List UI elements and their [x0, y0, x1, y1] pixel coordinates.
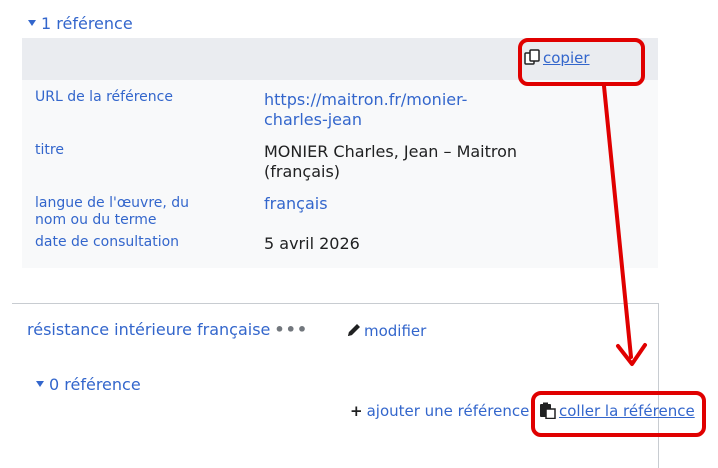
value-title: MONIER Charles, Jean – Maitron (français…: [264, 142, 517, 182]
triangle-down-icon: [28, 19, 36, 26]
property-label-url[interactable]: URL de la référence: [35, 89, 173, 106]
value-url-line2: charles-jean: [264, 110, 362, 129]
value-title-line1: MONIER Charles, Jean – Maitron: [264, 142, 518, 161]
property-language-line2: nom ou du terme: [35, 212, 157, 228]
paste-highlight-box: [531, 391, 706, 437]
edit-button[interactable]: modifier: [346, 322, 426, 342]
value-url-line1: https://maitron.fr/monier-: [264, 90, 468, 109]
statement-references-toggle[interactable]: 0 référence: [36, 375, 141, 394]
statement-references-label: 0 référence: [49, 375, 141, 394]
plus-icon: +: [350, 402, 363, 420]
pencil-icon: [346, 322, 362, 342]
copy-highlight-box: [518, 38, 645, 86]
references-count-label: 1 référence: [41, 14, 133, 33]
value-language[interactable]: français: [264, 194, 328, 214]
property-label-language[interactable]: langue de l'œuvre, du nom ou du terme: [35, 195, 189, 229]
statement-value[interactable]: résistance intérieure française •••: [27, 320, 308, 339]
statement-value-label: résistance intérieure française: [27, 320, 271, 339]
edit-label: modifier: [364, 322, 427, 340]
triangle-down-icon: [36, 380, 44, 387]
property-language-line1: langue de l'œuvre, du: [35, 195, 190, 211]
references-toggle[interactable]: 1 référence: [28, 14, 133, 33]
property-label-title[interactable]: titre: [35, 142, 64, 159]
add-reference-button[interactable]: + ajouter une référence: [350, 402, 529, 420]
value-title-line2: (français): [264, 162, 341, 181]
value-url[interactable]: https://maitron.fr/monier- charles-jean: [264, 90, 467, 130]
value-retrieved: 5 avril 2026: [264, 234, 360, 253]
statement-menu-dots[interactable]: •••: [274, 320, 308, 339]
property-label-retrieved[interactable]: date de consultation: [35, 234, 179, 251]
add-reference-label: ajouter une référence: [366, 402, 530, 420]
